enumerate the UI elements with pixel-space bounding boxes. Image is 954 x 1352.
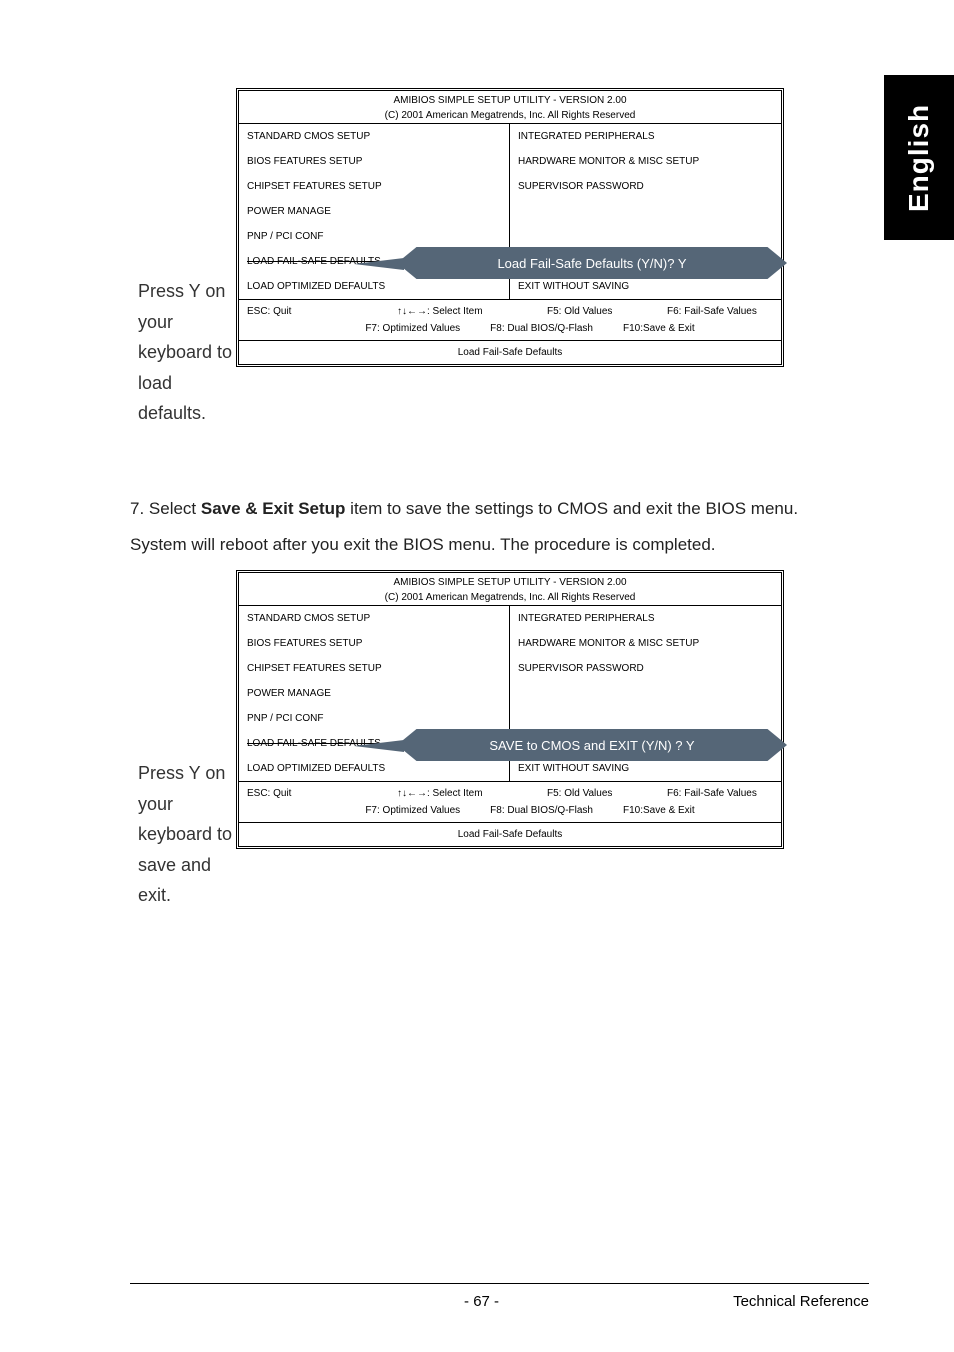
menu-standard-cmos: STANDARD CMOS SETUP (239, 124, 509, 149)
bios-footer-keys: ESC: Quit ↑↓←→: Select Item F5: Old Valu… (239, 782, 781, 823)
menu-blank (510, 706, 781, 731)
menu-supervisor-pw: SUPERVISOR PASSWORD (510, 174, 781, 199)
footer-separator (130, 1283, 869, 1284)
menu-bios-features: BIOS FEATURES SETUP (239, 149, 509, 174)
bios-menu: STANDARD CMOS SETUP BIOS FEATURES SETUP … (239, 124, 781, 300)
menu-power-manage: POWER MANAGE (239, 681, 509, 706)
key-f5: F5: Old Values (547, 306, 667, 317)
menu-pnp-pci: PNP / PCI CONF (239, 706, 509, 731)
key-f7: F7: Optimized Values (365, 805, 460, 816)
key-arrows: ↑↓←→: Select Item (397, 788, 547, 799)
key-f7: F7: Optimized Values (365, 323, 460, 334)
menu-integrated-peripherals: INTEGRATED PERIPHERALS (510, 606, 781, 631)
key-f10: F10:Save & Exit (623, 323, 695, 334)
bios-copyright: (C) 2001 American Megatrends, Inc. All R… (239, 592, 781, 603)
bios-copyright: (C) 2001 American Megatrends, Inc. All R… (239, 110, 781, 121)
language-side-tab: English (884, 75, 954, 240)
section-title: Technical Reference (733, 1293, 869, 1310)
key-esc: ESC: Quit (247, 306, 397, 317)
bios-block-2: Press Y on your keyboard to save and exi… (138, 570, 784, 911)
bios-header: AMIBIOS SIMPLE SETUP UTILITY - VERSION 2… (239, 573, 781, 606)
para-bold: Save & Exit Setup (201, 499, 346, 518)
bios-footer-keys: ESC: Quit ↑↓←→: Select Item F5: Old Valu… (239, 300, 781, 341)
bios-screen-2: AMIBIOS SIMPLE SETUP UTILITY - VERSION 2… (236, 570, 784, 849)
bios-block-1: Press Y on your keyboard to load default… (138, 88, 784, 429)
bios-title: AMIBIOS SIMPLE SETUP UTILITY - VERSION 2… (239, 577, 781, 588)
key-f5: F5: Old Values (547, 788, 667, 799)
key-f10: F10:Save & Exit (623, 805, 695, 816)
key-arrows: ↑↓←→: Select Item (397, 306, 547, 317)
menu-supervisor-pw: SUPERVISOR PASSWORD (510, 656, 781, 681)
menu-chipset-features: CHIPSET FEATURES SETUP (239, 656, 509, 681)
step-7-paragraph: 7. Select Save & Exit Setup item to save… (130, 491, 850, 562)
annotation-load-defaults: Press Y on your keyboard to load default… (138, 276, 244, 429)
menu-bios-features: BIOS FEATURES SETUP (239, 631, 509, 656)
menu-hw-monitor: HARDWARE MONITOR & MISC SETUP (510, 149, 781, 174)
page-number: - 67 - (230, 1293, 733, 1310)
menu-hw-monitor: HARDWARE MONITOR & MISC SETUP (510, 631, 781, 656)
bios-menu: STANDARD CMOS SETUP BIOS FEATURES SETUP … (239, 606, 781, 782)
page-footer: - 67 - Technical Reference (130, 1293, 869, 1310)
callout-failsafe: Load Fail-Safe Defaults (Y/N)? Y (397, 247, 787, 279)
annotation-save-exit: Press Y on your keyboard to save and exi… (138, 758, 244, 911)
menu-integrated-peripherals: INTEGRATED PERIPHERALS (510, 124, 781, 149)
bios-header: AMIBIOS SIMPLE SETUP UTILITY - VERSION 2… (239, 91, 781, 124)
key-esc: ESC: Quit (247, 788, 397, 799)
menu-chipset-features: CHIPSET FEATURES SETUP (239, 174, 509, 199)
bios-status: Load Fail-Safe Defaults (239, 823, 781, 846)
callout-save-exit: SAVE to CMOS and EXIT (Y/N) ? Y (397, 729, 787, 761)
menu-pnp-pci: PNP / PCI CONF (239, 224, 509, 249)
bios-status: Load Fail-Safe Defaults (239, 341, 781, 364)
menu-standard-cmos: STANDARD CMOS SETUP (239, 606, 509, 631)
menu-blank (510, 681, 781, 706)
menu-power-manage: POWER MANAGE (239, 199, 509, 224)
bios-title: AMIBIOS SIMPLE SETUP UTILITY - VERSION 2… (239, 95, 781, 106)
para-prefix: 7. Select (130, 499, 201, 518)
menu-blank (510, 199, 781, 224)
key-f6: F6: Fail-Safe Values (667, 306, 757, 317)
key-f6: F6: Fail-Safe Values (667, 788, 757, 799)
key-f8: F8: Dual BIOS/Q-Flash (490, 805, 593, 816)
key-f8: F8: Dual BIOS/Q-Flash (490, 323, 593, 334)
bios-screen-1: AMIBIOS SIMPLE SETUP UTILITY - VERSION 2… (236, 88, 784, 367)
menu-blank (510, 224, 781, 249)
